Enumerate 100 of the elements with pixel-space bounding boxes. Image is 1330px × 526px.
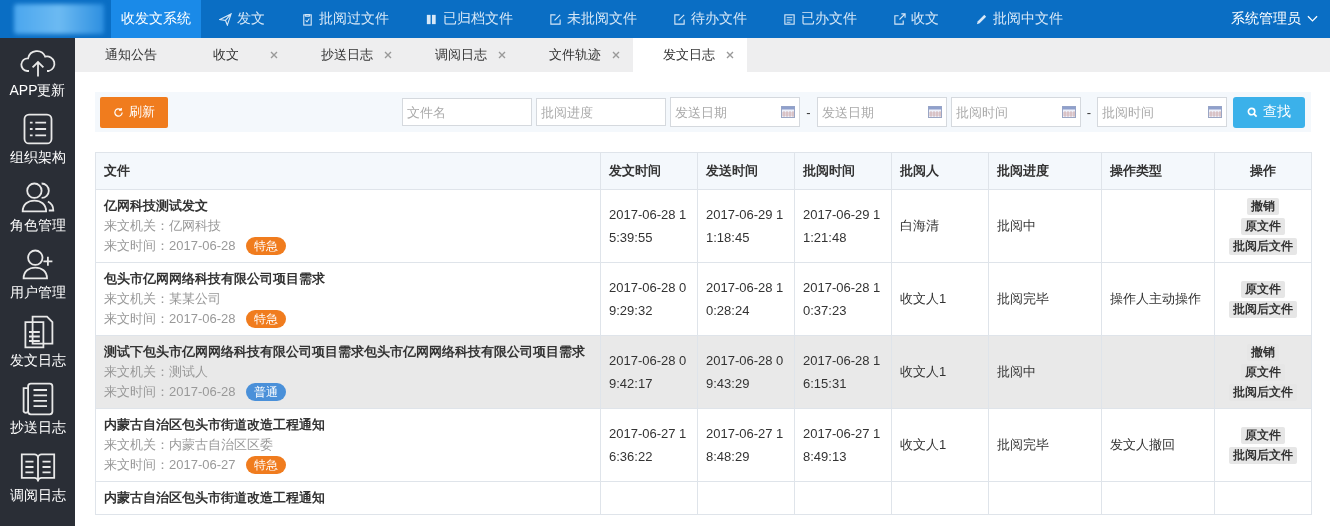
- timestamp: 2017-06-27 18:49:13: [803, 426, 881, 464]
- review-status: 批阅中: [997, 218, 1036, 233]
- review-status: 批阅中: [997, 364, 1036, 379]
- document-title: 内蒙古自治区包头市街道改造工程通知: [104, 416, 326, 434]
- priority-tag: 普通: [245, 383, 286, 401]
- timestamp: 2017-06-28 09:29:32: [609, 280, 687, 318]
- timestamp: 2017-06-27 16:36:22: [609, 426, 687, 464]
- timestamp: 2017-06-28 10:28:24: [706, 280, 784, 318]
- review-status: 批阅完毕: [997, 437, 1049, 452]
- sidebar-label: 用户管理: [9, 284, 66, 303]
- sidebar-item[interactable]: APP更新: [0, 38, 75, 106]
- document-title: 亿网科技测试发文: [104, 197, 209, 215]
- nav-link[interactable]: 已办文件: [765, 0, 875, 38]
- column-header: 发送时间: [697, 152, 795, 190]
- chevron-down-icon: [1307, 15, 1318, 23]
- received-date: 来文时间：2017-06-28: [104, 310, 236, 328]
- nav-link[interactable]: 发文: [201, 0, 283, 38]
- reviewer-name: 白海清: [900, 218, 939, 233]
- close-icon[interactable]: [497, 50, 507, 60]
- priority-tag: 特急: [245, 237, 286, 255]
- sidebar-label: 抄送日志: [9, 419, 66, 438]
- priority-tag: 特急: [245, 310, 286, 328]
- document-title: 内蒙古自治区包头市街道改造工程通知: [104, 489, 326, 507]
- sidebar-label: 角色管理: [9, 216, 66, 235]
- clipboard-icon: [301, 12, 314, 26]
- timestamp: 2017-06-28 10:37:23: [803, 280, 881, 318]
- action-button[interactable]: 原文件: [1241, 217, 1285, 235]
- source-agency: 来文机关：测试人: [104, 363, 209, 381]
- document-title: 测试下包头市亿网网络科技有限公司项目需求包头市亿网网络科技有限公司项目需求: [104, 343, 586, 361]
- action-button[interactable]: 撤销: [1247, 197, 1279, 215]
- sidebar-item[interactable]: 发文日志: [0, 308, 75, 376]
- received-date: 来文时间：2017-06-28: [104, 237, 236, 255]
- operation-type: 发文人撤回: [1110, 437, 1175, 452]
- timestamp: 2017-06-28 16:15:31: [803, 353, 881, 391]
- action-button[interactable]: 原文件: [1241, 426, 1285, 444]
- refresh-icon: [113, 106, 124, 118]
- sidebar-label: 组织架构: [9, 149, 66, 168]
- reviewer-name: 收文人1: [900, 437, 947, 452]
- search-icon: [1247, 106, 1258, 118]
- range-separator: -: [1085, 104, 1092, 120]
- action-button[interactable]: 原文件: [1241, 280, 1285, 298]
- action-button[interactable]: 批阅后文件: [1229, 300, 1297, 318]
- tab[interactable]: 发文日志: [633, 38, 747, 72]
- reviewer-name: 收文人1: [900, 364, 947, 379]
- source-agency: 来文机关：亿网科技: [104, 217, 222, 235]
- action-button[interactable]: 批阅后文件: [1229, 237, 1297, 255]
- date-input-field[interactable]: 发送日期: [816, 97, 947, 127]
- pencil-icon: [975, 12, 988, 26]
- nav-link[interactable]: 待办文件: [655, 0, 765, 38]
- sidebar-item[interactable]: 角色管理: [0, 173, 75, 241]
- table-row[interactable]: 包头市亿网网络科技有限公司项目需求 来文机关：某某公司 来文时间：2017-06-28 特急 2017-06-28 09:29:32 2017-06-28 10:28:24 2017-06-28 10:37:23 收文人1 批阅完毕 操作人主动操作 原文件 批阅后文件: [95, 262, 1312, 336]
- sidebar-item[interactable]: 用户管理: [0, 240, 75, 308]
- timestamp: 2017-06-29 11:21:48: [803, 207, 881, 245]
- source-agency: 来文机关：内蒙古自治区区委: [104, 436, 274, 454]
- review-status: 批阅完毕: [997, 291, 1049, 306]
- user-menu[interactable]: 系统管理员: [1231, 10, 1330, 28]
- nav-link[interactable]: 未批阅文件: [531, 0, 655, 38]
- close-icon[interactable]: [725, 50, 735, 60]
- timestamp: 2017-06-28 09:43:29: [706, 353, 784, 391]
- action-button[interactable]: 批阅后文件: [1229, 446, 1297, 464]
- edit-icon: [673, 12, 686, 26]
- export-icon: [893, 12, 906, 26]
- table-row[interactable]: 内蒙古自治区包头市街道改造工程通知: [95, 481, 1312, 515]
- timestamp: 2017-06-28 15:39:55: [609, 207, 687, 245]
- nav-link[interactable]: 已归档文件: [407, 0, 531, 38]
- nav-link[interactable]: 收发文系统: [111, 0, 201, 38]
- calendar-icon: [1208, 106, 1222, 118]
- document-icon: [783, 12, 796, 26]
- nav-link[interactable]: 批阅过文件: [283, 0, 407, 38]
- reviewer-name: 收文人1: [900, 291, 947, 306]
- calendar-icon: [1061, 106, 1076, 118]
- table-row[interactable]: 亿网科技测试发文 来文机关：亿网科技 来文时间：2017-06-28 特急 2017-06-28 15:39:55 2017-06-29 11:18:45 2017-06-29 11:21:48 白海清 批阅中 撤销 原文件 批阅后文件: [95, 189, 1312, 263]
- priority-tag: 特急: [245, 456, 286, 474]
- sidebar-label: 发文日志: [9, 351, 66, 370]
- table-row[interactable]: 测试下包头市亿网网络科技有限公司项目需求包头市亿网网络科技有限公司项目需求 来文机关：测试人 来文时间：2017-06-28 普通 2017-06-28 09:42:17 2017-06-28 09:43:29 2017-06-28 16:15:31 收文人1 批阅中 撤销 原文件 批阅后文件: [95, 335, 1312, 409]
- table-row[interactable]: 内蒙古自治区包头市街道改造工程通知 来文机关：内蒙古自治区区委 来文时间：2017-06-27 特急 2017-06-27 16:36:22 2017-06-27 18:48:29 2017-06-27 18:49:13 收文人1 批阅完毕 发文人撤回 原文件 批阅后文件: [95, 408, 1312, 482]
- sidebar-item[interactable]: 组织架构: [0, 105, 75, 173]
- column-header: 发文时间: [600, 152, 698, 190]
- sidebar-item[interactable]: 抄送日志: [0, 375, 75, 443]
- nav-link[interactable]: 批阅中文件: [957, 0, 1081, 38]
- edit-icon: [549, 12, 562, 26]
- close-icon[interactable]: [269, 50, 279, 60]
- close-icon[interactable]: [383, 50, 393, 60]
- received-date: 来文时间：2017-06-27: [104, 456, 236, 474]
- sidebar-item[interactable]: 调阅日志: [0, 443, 75, 511]
- sidebar-label: APP更新: [9, 81, 66, 100]
- column-header: 批阅人: [891, 152, 989, 190]
- nav-link[interactable]: 收文: [875, 0, 957, 38]
- paper-plane-icon: [219, 12, 232, 26]
- text-input-field[interactable]: 文件名: [402, 98, 533, 126]
- close-icon[interactable]: [611, 50, 621, 60]
- column-header: 操作类型: [1101, 152, 1215, 190]
- text-input-field[interactable]: 批阅进度: [536, 98, 667, 126]
- sidebar-label: 调阅日志: [9, 486, 66, 505]
- date-input-field[interactable]: 发送日期: [670, 97, 801, 127]
- range-separator: -: [805, 104, 812, 120]
- binder-icon: [425, 12, 438, 26]
- timestamp: 2017-06-28 09:42:17: [609, 353, 687, 391]
- date-input-field[interactable]: 批阅时间: [950, 97, 1081, 127]
- date-input-field[interactable]: 批阅时间: [1097, 97, 1227, 127]
